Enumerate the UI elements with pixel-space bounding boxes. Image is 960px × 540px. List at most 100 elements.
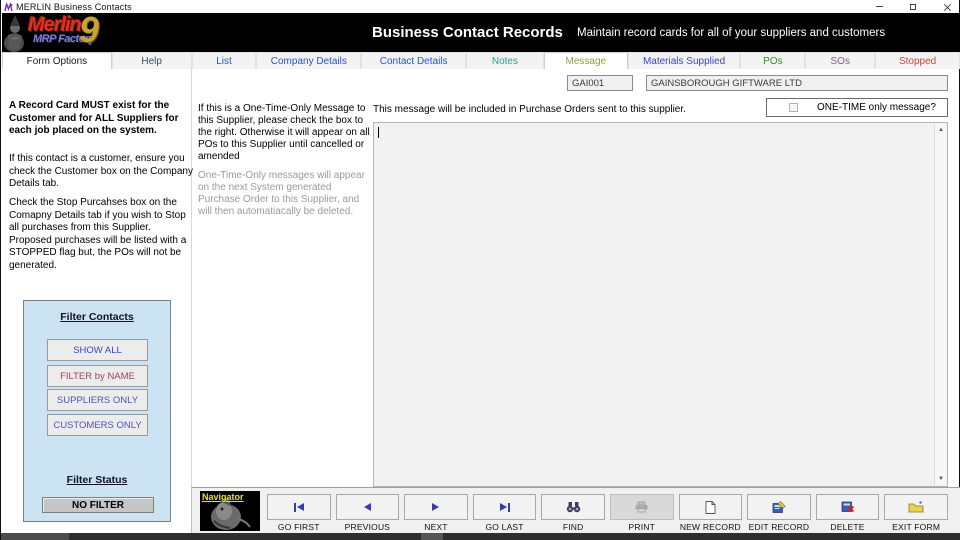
filter-by-name-button[interactable]: FILTER by NAME [47,365,148,387]
minimize-icon [876,6,883,7]
find-button[interactable]: FIND [541,494,605,532]
app-logo-icon [4,3,13,12]
tab-label: Company Details [271,56,347,67]
new-record-button[interactable]: NEW RECORD [679,494,743,532]
go-last-icon [500,503,507,511]
title-bar: MERLIN Business Contacts [1,0,959,13]
filter-status-title: Filter Status [24,474,170,486]
tab-label: Stopped [899,56,936,67]
button-label: DELETE [816,522,880,532]
customers-only-button[interactable]: CUSTOMERS ONLY [47,414,148,436]
tab-label: SOs [831,56,850,67]
button-label: FILTER by NAME [60,371,135,382]
filter-contacts-panel: Filter Contacts SHOW ALL FILTER by NAME … [23,300,171,522]
previous-icon [364,503,371,511]
go-first-button[interactable]: GO FIRST [267,494,331,532]
tab-label: Materials Supplied [643,56,725,67]
tab-message[interactable]: Message [544,52,628,69]
tab-pos[interactable]: POs [740,52,805,69]
text-cursor [378,127,379,138]
app-window: MERLIN Business Contacts Merlin MRP Fact… [0,0,960,540]
edit-record-button[interactable]: EDIT RECORD [747,494,811,532]
tab-contact-details[interactable]: Contact Details [361,52,466,69]
restore-icon [910,4,916,10]
tab-label: List [216,56,232,67]
exit-form-icon [908,501,924,513]
navigator-label: Navigator [202,492,244,502]
restore-button[interactable] [907,1,919,12]
scroll-up-icon[interactable]: ▲ [935,124,947,136]
message-scrollbar[interactable]: ▲ ▼ [934,124,946,485]
tab-company-details[interactable]: Company Details [256,52,361,69]
one-time-instruction-secondary: One-Time-Only messages will appear on th… [198,170,370,218]
navigator-image: Navigator [200,491,260,531]
button-label: NEXT [404,522,468,532]
tab-label: Message [565,56,606,67]
tab-materials-supplied[interactable]: Materials Supplied [628,52,741,69]
instruction-record-card: A Record Card MUST exist for the Custome… [9,100,193,138]
contact-code-field[interactable]: GAI001 [567,75,633,91]
scroll-down-icon[interactable]: ▼ [935,473,947,485]
one-time-checkbox[interactable] [789,103,798,112]
instruction-stop-purchases: Check the Stop Purcahses box on the Coma… [9,197,193,272]
window-title: MERLIN Business Contacts [16,2,132,12]
button-label: NEW RECORD [679,522,743,532]
status-bar-segment [421,533,443,540]
print-button[interactable]: PRINT [610,494,674,532]
tab-stopped[interactable]: Stopped [875,52,960,69]
tab-notes[interactable]: Notes [466,52,544,69]
status-bar-segment [1,533,69,540]
tab-label: Form Options [27,56,88,67]
navigator-bar: Navigator GO FIRST PREVIOUS [191,487,960,533]
tab-label: Help [141,56,162,67]
navigator-buttons: GO FIRST PREVIOUS NEXT GO LAST [267,494,948,532]
print-icon [634,501,649,513]
button-label: SHOW ALL [73,345,122,356]
tab-label: Contact Details [380,56,448,67]
logo-version-9: 9 [79,9,99,51]
tab-label: POs [763,56,782,67]
close-button[interactable] [941,1,953,12]
new-record-icon [705,501,716,514]
one-time-message-group: ONE-TIME only message? [766,98,948,117]
button-label: EDIT RECORD [747,522,811,532]
delete-button[interactable]: DELETE [816,494,880,532]
company-name-field[interactable]: GAINSBOROUGH GIFTWARE LTD [646,75,948,91]
button-label: PREVIOUS [336,522,400,532]
next-icon [432,503,439,511]
button-label: FIND [541,522,605,532]
button-label: SUPPLIERS ONLY [57,395,138,406]
show-all-button[interactable]: SHOW ALL [47,339,148,361]
tab-help[interactable]: Help [112,52,192,69]
filter-status-value: NO FILTER [42,497,154,513]
tab-sos[interactable]: SOs [805,52,875,69]
tab-bar: Form Options Help List Company Details C… [2,52,960,69]
minimize-button[interactable] [873,1,885,12]
delete-icon [841,501,855,513]
button-label: EXIT FORM [884,522,948,532]
wizard-logo-image [2,13,28,52]
edit-record-icon [772,501,786,513]
message-textarea[interactable]: ▲ ▼ [373,122,948,487]
page-title: Business Contact Records [372,24,563,41]
instruction-customer-check: If this contact is a customer, ensure yo… [9,153,193,191]
go-first-icon [294,503,296,512]
tab-form-options[interactable]: Form Options [2,52,112,69]
app-header: Merlin MRP Factory 9 Business Contact Re… [2,13,960,52]
tab-label: Notes [492,56,518,67]
go-last-button[interactable]: GO LAST [473,494,537,532]
status-bar [1,533,960,540]
tab-list[interactable]: List [192,52,257,69]
filter-contacts-title: Filter Contacts [24,311,170,323]
close-icon [943,3,951,11]
one-time-checkbox-label: ONE-TIME only message? [817,102,936,113]
message-note-text: This message will be included in Purchas… [373,104,686,115]
suppliers-only-button[interactable]: SUPPLIERS ONLY [47,389,148,411]
page-subtitle: Maintain record cards for all of your su… [577,27,885,39]
button-label: CUSTOMERS ONLY [53,420,141,431]
exit-form-button[interactable]: EXIT FORM [884,494,948,532]
find-icon [566,501,581,513]
next-button[interactable]: NEXT [404,494,468,532]
button-label: GO FIRST [267,522,331,532]
previous-button[interactable]: PREVIOUS [336,494,400,532]
